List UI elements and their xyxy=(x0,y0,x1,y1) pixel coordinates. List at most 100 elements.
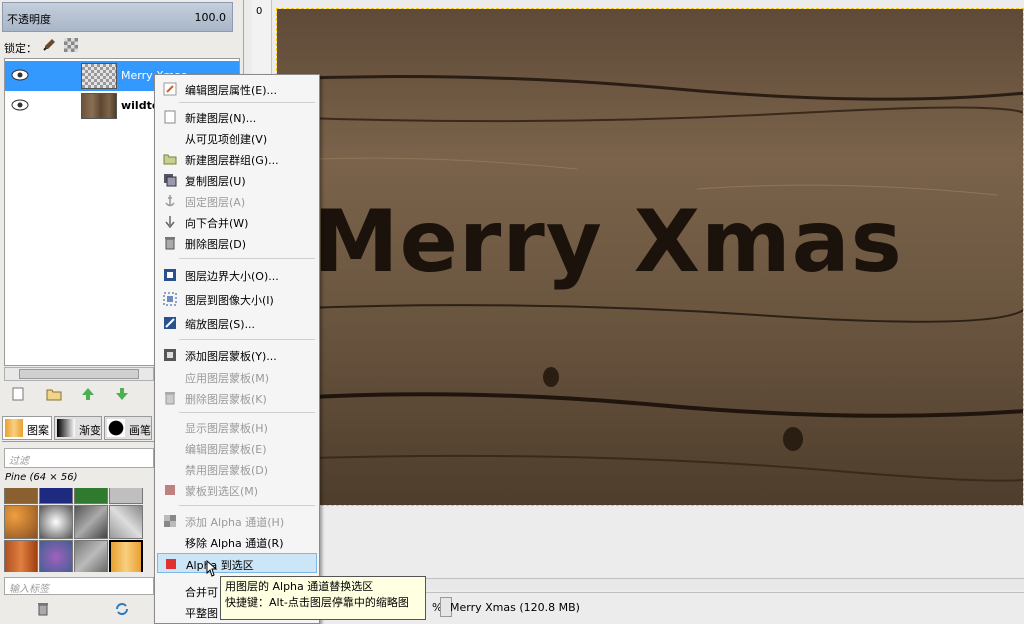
menu-separator xyxy=(179,412,315,413)
menu-label: 编辑图层蒙板(E) xyxy=(185,443,267,456)
brush-swatch-icon xyxy=(107,419,125,437)
menu-edit-layer-mask[interactable]: 编辑图层蒙板(E) xyxy=(157,438,317,458)
menu-remove-alpha-channel[interactable]: 移除 Alpha 通道(R) xyxy=(157,532,317,552)
menu-add-alpha-channel[interactable]: 添加 Alpha 通道(H) xyxy=(157,511,317,531)
menu-merge-down[interactable]: 向下合并(W) xyxy=(157,212,317,232)
raise-layer-icon[interactable] xyxy=(80,387,96,401)
menu-label: 蒙板到选区(M) xyxy=(185,485,259,498)
tab-label: 图案 xyxy=(27,424,49,437)
menu-label: 平整图 xyxy=(185,607,218,620)
new-group-icon[interactable] xyxy=(46,387,62,401)
resource-buttons xyxy=(4,600,154,620)
pattern-cell[interactable] xyxy=(4,540,38,572)
lower-layer-icon[interactable] xyxy=(114,387,130,401)
menu-separator xyxy=(179,339,315,340)
pattern-cell[interactable] xyxy=(74,540,108,572)
trash-icon xyxy=(163,236,177,250)
lock-row: 锁定： xyxy=(4,38,234,55)
new-layer-icon[interactable] xyxy=(10,387,26,401)
menu-alpha-to-selection[interactable]: Alpha 到选区 xyxy=(157,553,317,573)
tooltip: 用图层的 Alpha 通道替换选区 快捷键：Alt-点击图层停靠中的缩略图 xyxy=(220,576,426,620)
menu-label: 图层边界大小(O)... xyxy=(185,270,279,283)
tab-label: 画笔 xyxy=(129,424,151,437)
wood-artwork: Merry Xmas xyxy=(277,9,1023,505)
menu-layer-boundary-size[interactable]: 图层边界大小(O)... xyxy=(157,265,317,285)
menu-duplicate-layer[interactable]: 复制图层(U) xyxy=(157,170,317,190)
lock-alpha-icon[interactable] xyxy=(64,38,78,52)
pattern-cell[interactable] xyxy=(4,505,38,539)
menu-disable-layer-mask[interactable]: 禁用图层蒙板(D) xyxy=(157,459,317,479)
menu-layer-to-image-size[interactable]: 图层到图像大小(I) xyxy=(157,289,317,309)
layer-thumbnail[interactable] xyxy=(81,93,117,119)
menu-edit-layer-attributes[interactable]: 编辑图层属性(E)... xyxy=(157,79,317,99)
artwork-text: Merry Xmas xyxy=(313,192,903,292)
pattern-cell[interactable] xyxy=(4,488,38,504)
menu-label: 删除图层(D) xyxy=(185,238,247,251)
lock-pixels-icon[interactable] xyxy=(42,38,56,52)
menu-label: 图层到图像大小(I) xyxy=(185,294,274,307)
tag-input[interactable]: 输入标签 xyxy=(4,577,154,595)
fit-icon xyxy=(163,292,177,306)
menu-scale-layer[interactable]: 缩放图层(S)... xyxy=(157,313,317,333)
menu-label: 禁用图层蒙板(D) xyxy=(185,464,269,477)
opacity-label: 不透明度 xyxy=(7,13,51,26)
menu-label: 编辑图层属性(E)... xyxy=(185,84,278,97)
pattern-cell[interactable] xyxy=(74,505,108,539)
menu-mask-to-selection[interactable]: 蒙板到选区(M) xyxy=(157,480,317,500)
new-page-icon xyxy=(163,110,177,124)
menu-add-layer-mask[interactable]: 添加图层蒙板(Y)... xyxy=(157,345,317,365)
menu-label: 显示图层蒙板(H) xyxy=(185,422,268,435)
menu-label: 移除 Alpha 通道(R) xyxy=(185,537,284,550)
tooltip-line: 用图层的 Alpha 通道替换选区 xyxy=(225,580,374,593)
ruler-origin-label: 0 xyxy=(256,6,263,17)
tab-brushes[interactable]: 画笔 xyxy=(104,416,152,440)
trash-icon[interactable] xyxy=(36,602,50,619)
pattern-swatch-icon xyxy=(5,419,23,437)
filter-input[interactable]: 过滤 xyxy=(4,448,154,468)
menu-label: 删除图层蒙板(K) xyxy=(185,393,267,406)
menu-label: 新建图层(N)... xyxy=(185,112,257,125)
layer-buttons xyxy=(4,384,154,406)
pattern-cell[interactable] xyxy=(74,488,108,504)
menu-new-layer[interactable]: 新建图层(N)... xyxy=(157,107,317,127)
menu-label: 复制图层(U) xyxy=(185,175,246,188)
pattern-cell[interactable] xyxy=(39,540,73,572)
mask-selection-icon xyxy=(163,483,177,497)
trash-icon xyxy=(163,391,177,405)
opacity-slider[interactable]: 不透明度 100.0 xyxy=(2,2,233,32)
layers-scrollbar[interactable] xyxy=(4,367,154,381)
menu-delete-layer-mask[interactable]: 删除图层蒙板(K) xyxy=(157,388,317,408)
refresh-icon[interactable] xyxy=(114,602,130,619)
pattern-name: Pine (64 × 56) xyxy=(5,472,78,483)
edit-icon xyxy=(163,82,177,96)
menu-separator xyxy=(179,258,315,259)
image-canvas[interactable]: Merry Xmas xyxy=(276,8,1024,506)
pattern-cell-selected[interactable] xyxy=(109,540,143,572)
layer-thumbnail[interactable] xyxy=(81,63,117,89)
menu-show-layer-mask[interactable]: 显示图层蒙板(H) xyxy=(157,417,317,437)
boundary-icon xyxy=(163,268,177,282)
pattern-cell[interactable] xyxy=(39,505,73,539)
scrollbar-thumb[interactable] xyxy=(19,369,139,379)
menu-label: 固定图层(A) xyxy=(185,196,246,209)
opacity-value: 100.0 xyxy=(194,11,227,24)
tab-patterns[interactable]: 图案 xyxy=(2,416,52,440)
menu-anchor-layer[interactable]: 固定图层(A) xyxy=(157,191,317,211)
menu-apply-layer-mask[interactable]: 应用图层蒙板(M) xyxy=(157,367,317,387)
visibility-eye-icon[interactable] xyxy=(11,69,29,81)
visibility-eye-icon[interactable] xyxy=(11,99,29,111)
menu-label: 新建图层群组(G)... xyxy=(185,154,279,167)
tab-gradients[interactable]: 渐变 xyxy=(54,416,102,440)
menu-separator xyxy=(179,102,315,103)
tab-label: 渐变 xyxy=(79,424,101,437)
anchor-icon xyxy=(163,194,177,208)
menu-new-layer-group[interactable]: 新建图层群组(G)... xyxy=(157,149,317,169)
menu-new-from-visible[interactable]: 从可见项创建(V) xyxy=(157,128,317,148)
pattern-cell[interactable] xyxy=(109,488,143,504)
menu-delete-layer[interactable]: 删除图层(D) xyxy=(157,233,317,253)
pattern-cell[interactable] xyxy=(39,488,73,504)
menu-label: 添加图层蒙板(Y)... xyxy=(185,350,277,363)
mask-icon xyxy=(163,348,177,362)
layer-context-menu: 编辑图层属性(E)... 新建图层(N)... 从可见项创建(V) 新建图层群组… xyxy=(154,74,320,624)
pattern-cell[interactable] xyxy=(109,505,143,539)
